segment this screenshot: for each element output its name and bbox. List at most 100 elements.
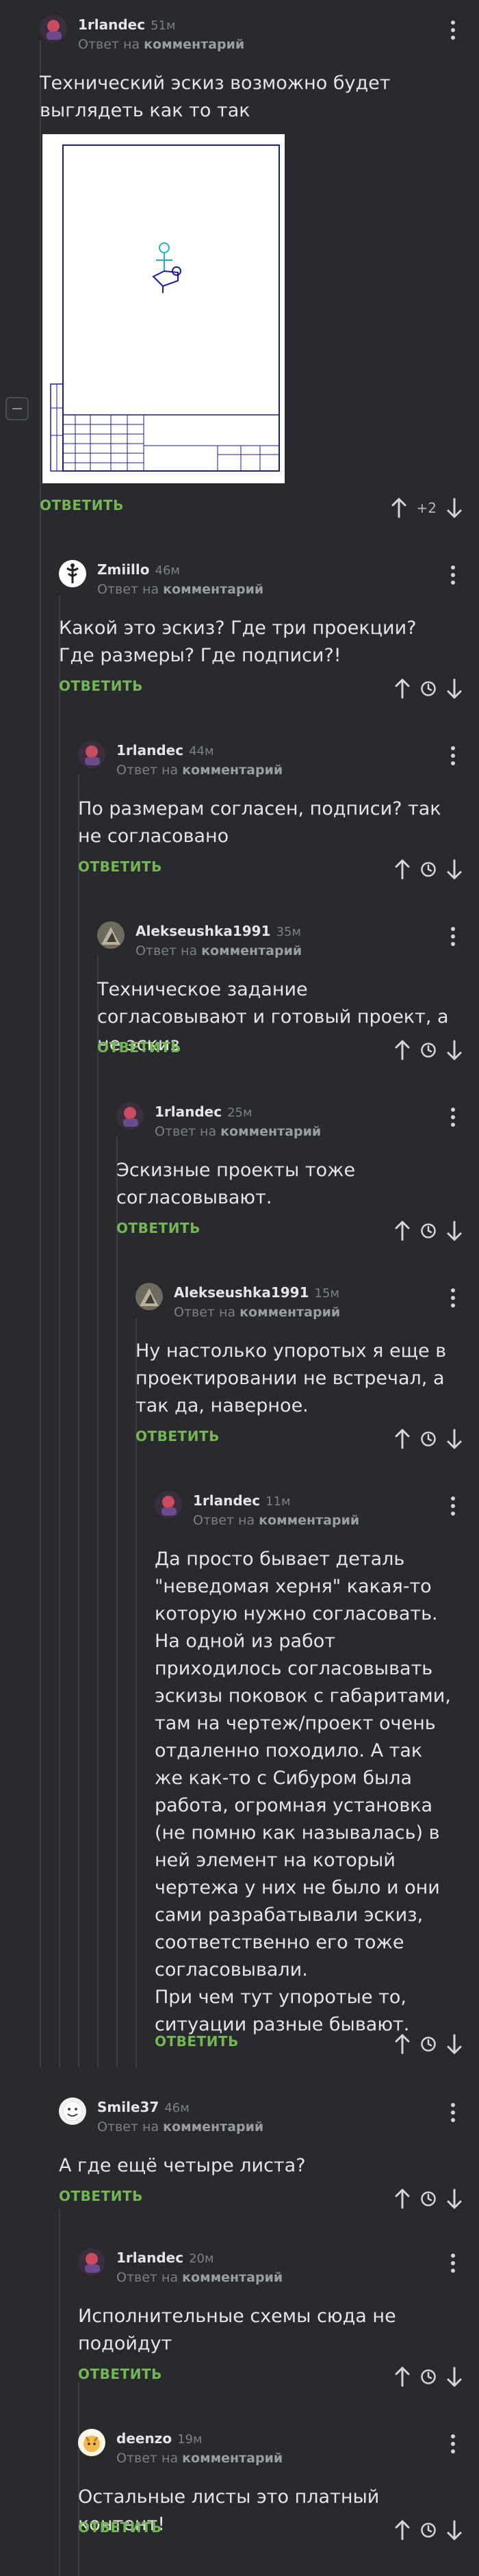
- reply-to-label: Ответ на комментарий: [97, 2119, 264, 2134]
- comment-time: 19м: [177, 2432, 203, 2447]
- reply-target-link[interactable]: комментарий: [259, 1513, 359, 1528]
- reply-to-label: Ответ на комментарий: [135, 943, 302, 958]
- downvote-icon[interactable]: [446, 2034, 463, 2054]
- comment-author[interactable]: Zmiillo 46м: [97, 561, 180, 578]
- reply-target-link[interactable]: комментарий: [163, 2119, 263, 2134]
- avatar[interactable]: [78, 2429, 105, 2456]
- comment-author[interactable]: 1rlandec 11м: [193, 1492, 291, 1509]
- clock-icon: [421, 2191, 436, 2206]
- avatar[interactable]: [97, 921, 125, 949]
- reply-button[interactable]: ОТВЕТИТЬ: [116, 1220, 200, 1236]
- downvote-icon[interactable]: [446, 859, 463, 880]
- comment-text: Да просто бывает деталь "неведомая херня…: [155, 1548, 451, 2035]
- reply-button[interactable]: ОТВЕТИТЬ: [40, 497, 124, 513]
- comment: 1rlandec 20м Ответ на комментарий Исполни…: [78, 2248, 479, 2387]
- more-menu-icon[interactable]: [446, 1494, 460, 1518]
- avatar[interactable]: [40, 15, 67, 42]
- downvote-icon[interactable]: [446, 1429, 463, 1449]
- comment-text: А где ещё четыре листа?: [59, 2155, 306, 2176]
- reply-target-link[interactable]: комментарий: [201, 943, 302, 958]
- more-menu-icon[interactable]: [446, 2251, 460, 2275]
- downvote-icon[interactable]: [446, 2189, 463, 2209]
- downvote-icon[interactable]: [446, 678, 463, 699]
- reply-button[interactable]: ОТВЕТИТЬ: [135, 1428, 220, 1444]
- reply-button[interactable]: ОТВЕТИТЬ: [97, 1039, 181, 1056]
- comment: 1rlandec 25м Ответ на комментарий Эскизны…: [116, 1102, 479, 1241]
- reply-to-label: Ответ на комментарий: [174, 1305, 341, 1320]
- avatar[interactable]: [116, 1102, 144, 1130]
- comment-author[interactable]: 1rlandec 51м: [78, 16, 176, 33]
- reply-button[interactable]: ОТВЕТИТЬ: [59, 2188, 143, 2204]
- reply-to-label: Ответ на комментарий: [193, 1513, 360, 1528]
- reply-button[interactable]: ОТВЕТИТЬ: [78, 2366, 162, 2382]
- comment-author[interactable]: Smile37 46м: [97, 2099, 190, 2115]
- reply-to-label: Ответ на комментарий: [97, 582, 264, 597]
- comment: Zmiillo 46м Ответ на комментарий Какой эт…: [59, 560, 479, 699]
- clock-icon: [421, 681, 436, 696]
- reply-to-label: Ответ на комментарий: [155, 1124, 322, 1139]
- downvote-icon[interactable]: [446, 1221, 463, 1241]
- downvote-icon[interactable]: [446, 1040, 463, 1060]
- comment-text: Исполнительные схемы сюда не подойдут: [78, 2306, 396, 2354]
- collapse-thread-button[interactable]: [5, 397, 29, 420]
- reply-button[interactable]: ОТВЕТИТЬ: [59, 678, 143, 694]
- avatar[interactable]: [135, 1283, 163, 1310]
- reply-button[interactable]: ОТВЕТИТЬ: [155, 2033, 239, 2050]
- comment-time: 46м: [155, 563, 180, 578]
- upvote-icon[interactable]: [391, 498, 407, 518]
- more-menu-icon[interactable]: [446, 563, 460, 587]
- comment: deenzo 19м Ответ на комментарий Остальные…: [78, 2429, 479, 2540]
- more-menu-icon[interactable]: [446, 2432, 460, 2456]
- comment-time: 35м: [276, 925, 301, 939]
- upvote-icon[interactable]: [394, 678, 411, 699]
- upvote-icon[interactable]: [394, 859, 411, 880]
- reply-target-link[interactable]: комментарий: [182, 2270, 283, 2285]
- more-menu-icon[interactable]: [446, 924, 460, 949]
- comment: Alekseushka1991 15м Ответ на комментарий …: [135, 1283, 479, 1449]
- avatar[interactable]: [59, 560, 86, 587]
- reply-target-link[interactable]: комментарий: [182, 2451, 283, 2466]
- reply-target-link[interactable]: комментарий: [163, 582, 263, 597]
- reply-target-link[interactable]: комментарий: [144, 37, 244, 52]
- more-menu-icon[interactable]: [446, 1105, 460, 1130]
- reply-to-label: Ответ на комментарий: [116, 763, 283, 778]
- avatar[interactable]: [78, 741, 105, 768]
- upvote-icon[interactable]: [394, 1429, 411, 1449]
- upvote-icon[interactable]: [394, 2520, 411, 2540]
- downvote-icon[interactable]: [446, 2367, 463, 2387]
- thread-line: [78, 774, 79, 2067]
- more-menu-icon[interactable]: [446, 2100, 460, 2125]
- thread-line: [59, 2208, 60, 2576]
- comment-author[interactable]: deenzo 19м: [116, 2430, 203, 2447]
- comment-author[interactable]: 1rlandec 25м: [155, 1104, 253, 1120]
- more-menu-icon[interactable]: [446, 743, 460, 768]
- upvote-icon[interactable]: [394, 2367, 411, 2387]
- comment-text: Какой это эскиз? Где три проекции? Где р…: [59, 617, 417, 666]
- comment-time: 46м: [164, 2101, 190, 2115]
- comment-text: По размерам согласен, подписи? так не со…: [78, 798, 441, 847]
- downvote-icon[interactable]: [446, 2520, 463, 2540]
- comment-author[interactable]: 1rlandec 20м: [116, 2249, 214, 2266]
- reply-target-link[interactable]: комментарий: [240, 1305, 340, 1320]
- downvote-icon[interactable]: [446, 498, 463, 518]
- reply-button[interactable]: ОТВЕТИТЬ: [78, 858, 162, 875]
- upvote-icon[interactable]: [394, 1040, 411, 1060]
- avatar[interactable]: [155, 1491, 182, 1518]
- more-menu-icon[interactable]: [446, 18, 460, 42]
- upvote-icon[interactable]: [394, 2034, 411, 2054]
- comment-author[interactable]: 1rlandec 44м: [116, 742, 214, 758]
- upvote-icon[interactable]: [394, 2189, 411, 2209]
- reply-target-link[interactable]: комментарий: [182, 763, 283, 778]
- thread-line: [97, 956, 99, 2067]
- comment-author[interactable]: Alekseushka1991 15м: [174, 1284, 339, 1301]
- comment-image[interactable]: [42, 134, 285, 483]
- more-menu-icon[interactable]: [446, 1286, 460, 1310]
- clock-icon: [421, 2523, 436, 2538]
- comment-time: 51м: [151, 18, 176, 33]
- reply-target-link[interactable]: комментарий: [220, 1124, 321, 1139]
- upvote-icon[interactable]: [394, 1221, 411, 1241]
- reply-button[interactable]: ОТВЕТИТЬ: [78, 2519, 162, 2536]
- avatar[interactable]: [78, 2248, 105, 2275]
- avatar[interactable]: [59, 2097, 86, 2125]
- comment-author[interactable]: Alekseushka1991 35м: [135, 923, 301, 939]
